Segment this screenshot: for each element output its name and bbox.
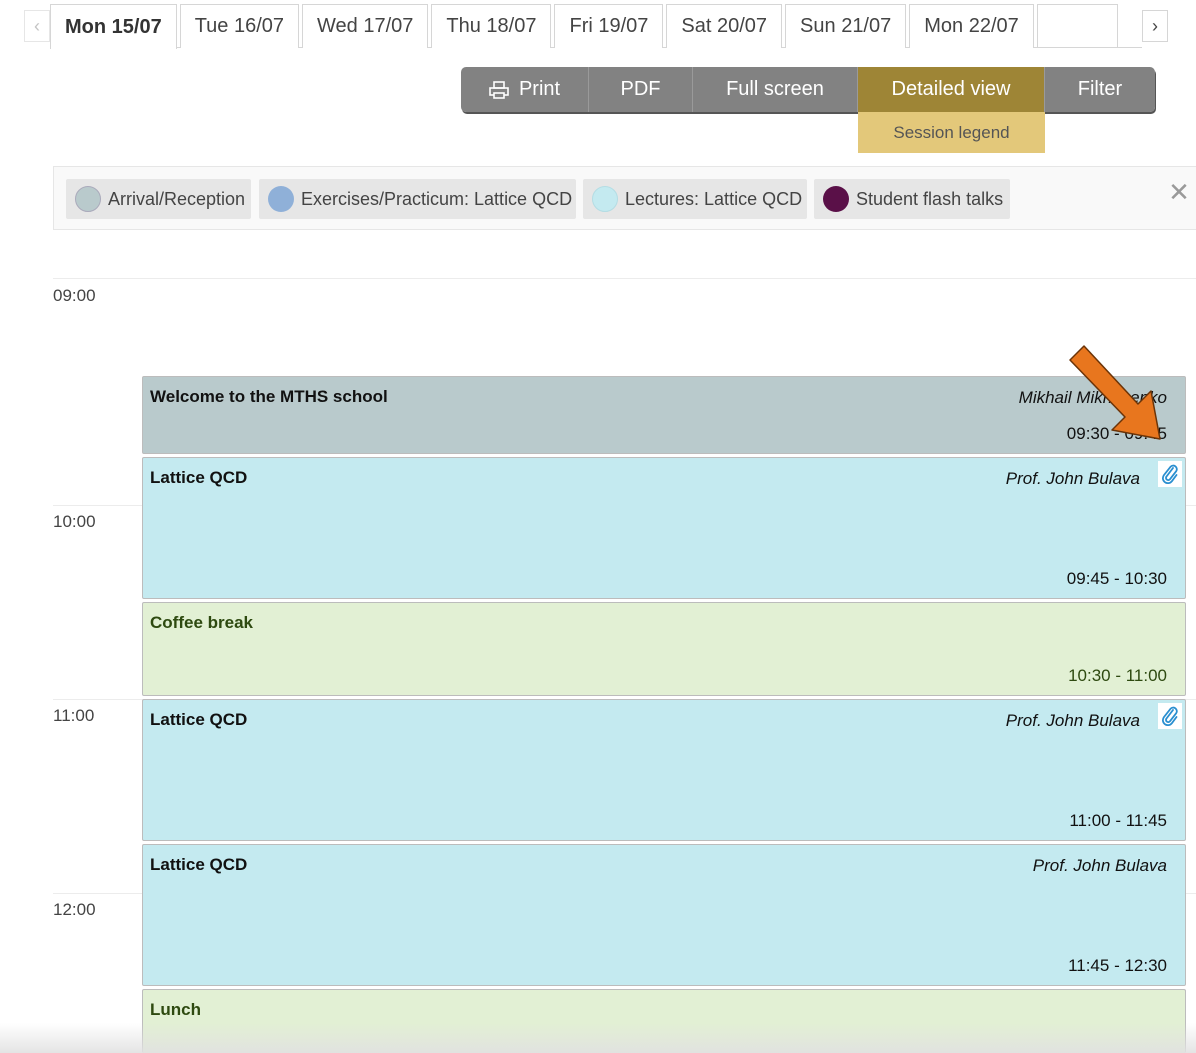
hour-label: 10:00 bbox=[53, 512, 96, 531]
entry-title: Lunch bbox=[150, 1000, 201, 1019]
tab-day-4[interactable]: Thu 18/07 bbox=[431, 4, 552, 48]
legend-item-exercises[interactable]: Exercises/Practicum: Lattice QCD bbox=[259, 179, 576, 219]
chevron-right-icon[interactable]: › bbox=[1142, 10, 1168, 42]
filter-button[interactable]: Filter bbox=[1045, 67, 1155, 112]
session-legend: Arrival/Reception Exercises/Practicum: L… bbox=[53, 166, 1196, 230]
legend-label: Exercises/Practicum: Lattice QCD bbox=[301, 188, 573, 209]
entry-speaker: Mikhail Mikhasenko bbox=[1018, 388, 1167, 407]
pdf-button[interactable]: PDF bbox=[589, 67, 693, 112]
hour-label: 12:00 bbox=[53, 900, 96, 919]
entry-time: 09:45 - 10:30 bbox=[1066, 569, 1167, 588]
view-toolbar: Print PDF Full screen Detailed view Filt… bbox=[461, 67, 1155, 112]
legend-label: Arrival/Reception bbox=[108, 188, 246, 209]
legend-color-dot bbox=[75, 186, 101, 212]
legend-label: Student flash talks bbox=[856, 188, 1004, 209]
detailed-view-button[interactable]: Detailed view bbox=[858, 67, 1045, 112]
timetable-entry-lattice-qcd-2[interactable]: Lattice QCD Prof. John Bulava 11:00 - 11… bbox=[142, 699, 1186, 841]
printer-icon bbox=[489, 80, 509, 99]
tab-day-6[interactable]: Sat 20/07 bbox=[666, 4, 783, 48]
timetable-entry-lattice-qcd-1[interactable]: Lattice QCD Prof. John Bulava 09:45 - 10… bbox=[142, 457, 1186, 599]
tab-day-3[interactable]: Wed 17/07 bbox=[302, 4, 429, 48]
tab-day-8[interactable]: Mon 22/07 bbox=[909, 4, 1034, 48]
entry-title: Coffee break bbox=[150, 613, 253, 632]
legend-label: Lectures: Lattice QCD bbox=[625, 188, 803, 209]
fullscreen-button[interactable]: Full screen bbox=[693, 67, 858, 112]
entry-time: 10:30 - 11:00 bbox=[1068, 666, 1167, 685]
legend-item-lectures[interactable]: Lectures: Lattice QCD bbox=[583, 179, 807, 219]
day-tabs-bar: ‹ Mon 15/07 Tue 16/07 Wed 17/07 Thu 18/0… bbox=[0, 0, 1196, 50]
hour-label: 09:00 bbox=[53, 286, 96, 305]
entry-speaker: Prof. John Bulava bbox=[1032, 856, 1167, 875]
day-tabs: Mon 15/07 Tue 16/07 Wed 17/07 Thu 18/07 … bbox=[50, 4, 1118, 49]
print-label: Print bbox=[518, 78, 561, 100]
timetable-entry-coffee-break[interactable]: Coffee break 10:30 - 11:00 bbox=[142, 602, 1186, 696]
close-icon[interactable]: ✕ bbox=[1164, 177, 1194, 207]
timetable-entry-lunch[interactable]: Lunch bbox=[142, 989, 1186, 1053]
legend-color-dot bbox=[823, 186, 849, 212]
session-legend-toggle[interactable]: Session legend bbox=[858, 112, 1045, 153]
entry-title: Lattice QCD bbox=[150, 855, 248, 874]
entry-time: 11:45 - 12:30 bbox=[1068, 956, 1167, 975]
tab-day-7[interactable]: Sun 21/07 bbox=[785, 4, 907, 48]
legend-item-arrival[interactable]: Arrival/Reception bbox=[66, 179, 251, 219]
paperclip-icon[interactable] bbox=[1158, 703, 1182, 729]
entry-title: Lattice QCD bbox=[150, 710, 248, 729]
tab-day-2[interactable]: Tue 16/07 bbox=[179, 4, 300, 48]
entry-title: Lattice QCD bbox=[150, 468, 248, 487]
legend-item-flash-talks[interactable]: Student flash talks bbox=[814, 179, 1010, 219]
tab-day-5[interactable]: Fri 19/07 bbox=[554, 4, 664, 48]
timetable-entry-lattice-qcd-3[interactable]: Lattice QCD Prof. John Bulava 11:45 - 12… bbox=[142, 844, 1186, 986]
tab-filler bbox=[1036, 4, 1118, 48]
timetable-entry-welcome[interactable]: Welcome to the MTHS school Mikhail Mikha… bbox=[142, 376, 1186, 454]
legend-color-dot bbox=[592, 186, 618, 212]
entry-time: 11:00 - 11:45 bbox=[1069, 811, 1167, 830]
legend-color-dot bbox=[268, 186, 294, 212]
print-button[interactable]: Print bbox=[461, 67, 589, 112]
chevron-left-icon[interactable]: ‹ bbox=[24, 10, 50, 42]
entry-speaker: Prof. John Bulava bbox=[1005, 711, 1140, 730]
entry-time: 09:30 - 09:45 bbox=[1066, 424, 1167, 443]
paperclip-icon[interactable] bbox=[1158, 461, 1182, 487]
entry-speaker: Prof. John Bulava bbox=[1005, 469, 1140, 488]
hour-label: 11:00 bbox=[53, 706, 95, 725]
entry-title: Welcome to the MTHS school bbox=[150, 387, 388, 406]
hour-gridline bbox=[53, 278, 1196, 279]
tab-day-1[interactable]: Mon 15/07 bbox=[50, 4, 177, 49]
